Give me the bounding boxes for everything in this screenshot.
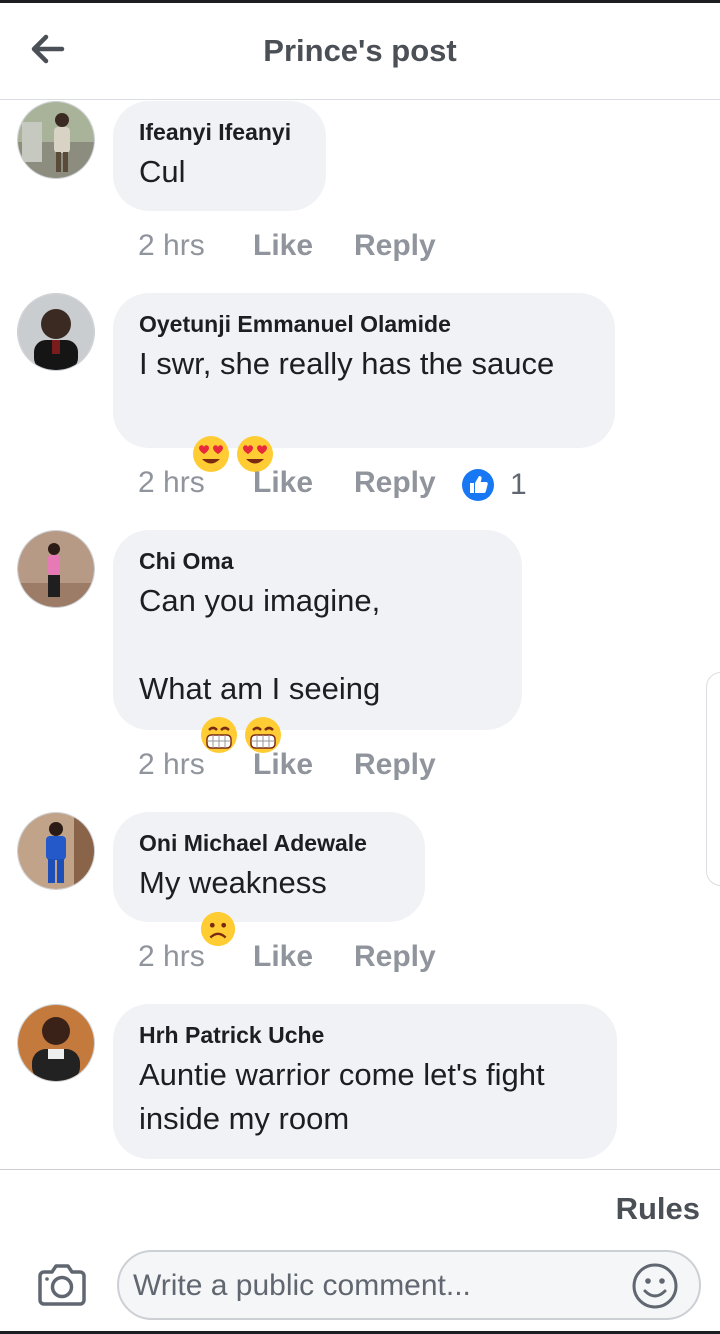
comment-bubble: Ifeanyi Ifeanyi Cul xyxy=(113,101,326,211)
comment-text: Auntie warrior come let's fight inside m… xyxy=(139,1057,545,1136)
reply-button[interactable]: Reply xyxy=(354,228,436,264)
avatar[interactable] xyxy=(17,101,95,179)
comment-input[interactable] xyxy=(131,1260,625,1312)
avatar[interactable] xyxy=(17,530,95,608)
comment-bubble: Chi Oma Can you imagine, What am I seein… xyxy=(113,530,522,753)
comment-bubble: Oyetunji Emmanuel Olamide I swr, she rea… xyxy=(113,293,615,472)
comment-time: 2 hrs xyxy=(138,940,205,973)
like-button[interactable]: Like xyxy=(253,747,313,783)
camera-icon xyxy=(38,1264,86,1306)
rules-link[interactable]: Rules xyxy=(616,1191,700,1227)
comment-author[interactable]: Ifeanyi Ifeanyi xyxy=(139,118,300,146)
avatar[interactable] xyxy=(17,812,95,890)
like-reaction-icon xyxy=(462,469,494,501)
avatar[interactable] xyxy=(17,293,95,371)
scroll-handle[interactable] xyxy=(706,672,720,886)
avatar[interactable] xyxy=(17,1004,95,1082)
comment-text-content: My weakness xyxy=(139,865,327,900)
reply-button[interactable]: Reply xyxy=(354,747,436,783)
reaction-count: 1 xyxy=(510,468,527,501)
comment-time: 2 hrs xyxy=(138,748,205,781)
comment-text-content: I swr, she really has the sauce xyxy=(139,346,555,381)
comment-bubble: Hrh Patrick Uche Auntie warrior come let… xyxy=(113,1004,617,1159)
comment-bubble: Oni Michael Adewale My weakness xyxy=(113,812,425,946)
comment-time: 2 hrs xyxy=(138,229,205,262)
like-button[interactable]: Like xyxy=(253,228,313,264)
reply-button[interactable]: Reply xyxy=(354,939,436,975)
comment-author[interactable]: Hrh Patrick Uche xyxy=(139,1021,591,1049)
comment-author[interactable]: Oyetunji Emmanuel Olamide xyxy=(139,310,589,338)
reply-button[interactable]: Reply xyxy=(354,465,436,501)
post-header: Prince's post xyxy=(0,3,720,100)
page-title: Prince's post xyxy=(263,33,457,68)
comment-text-content: Can you imagine, What am I seeing xyxy=(139,583,381,706)
comment-text: Cul xyxy=(139,150,300,194)
comment-text-content: Cul xyxy=(139,154,186,189)
reaction-summary[interactable]: 1 xyxy=(461,467,527,503)
smiley-icon xyxy=(632,1263,678,1309)
comment-author[interactable]: Chi Oma xyxy=(139,547,496,575)
like-button[interactable]: Like xyxy=(253,939,313,975)
comment-author[interactable]: Oni Michael Adewale xyxy=(139,829,399,857)
composer-divider xyxy=(0,1169,720,1170)
emoji-button[interactable] xyxy=(631,1262,679,1310)
comment-input-box[interactable] xyxy=(117,1250,701,1320)
camera-button[interactable] xyxy=(36,1262,88,1308)
like-button[interactable]: Like xyxy=(253,465,313,501)
comment-time: 2 hrs xyxy=(138,466,205,499)
